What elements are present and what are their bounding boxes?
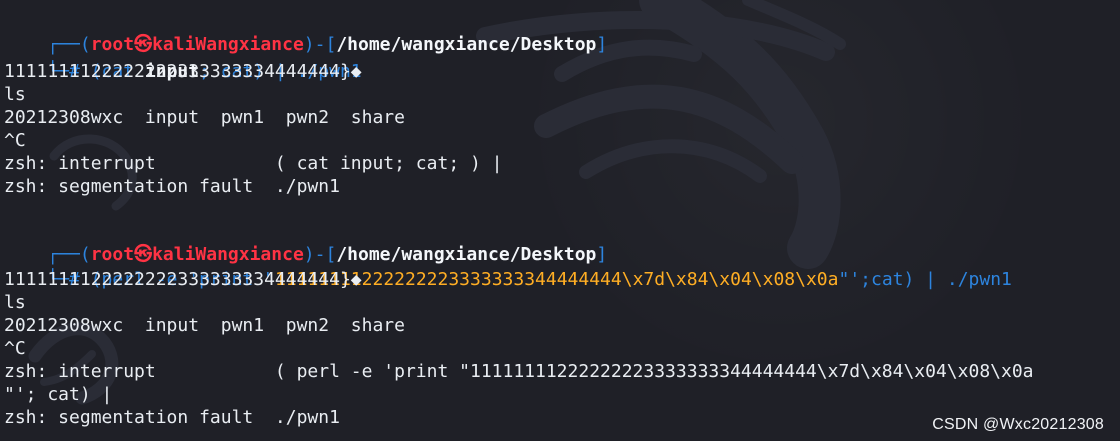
- csdn-watermark: CSDN @Wxc20212308: [932, 416, 1104, 433]
- terminal-window[interactable]: ┌──(root㉿kaliWangxiance)-[/home/wangxian…: [0, 0, 1120, 441]
- output-line: 20212308wxc input pwn1 pwn2 share: [4, 315, 405, 336]
- command-line-1[interactable]: └─# (cat input; cat) | ./pwn1: [4, 37, 361, 82]
- output-line: ^C: [4, 338, 26, 359]
- output-line: zsh: interrupt ( perl -e 'print "1111111…: [4, 361, 1034, 382]
- prompt-line-1: ┌──(root㉿kaliWangxiance)-[/home/wangxian…: [4, 10, 607, 55]
- output-line: ^C: [4, 130, 26, 151]
- prompt-line-2: ┌──(root㉿kaliWangxiance)-[/home/wangxian…: [4, 220, 607, 265]
- output-line: ls: [4, 292, 26, 313]
- output-line: zsh: segmentation fault ./pwn1: [4, 407, 340, 428]
- command-line-2[interactable]: └─# (perl -e 'print "1111111122222222333…: [4, 245, 1012, 290]
- output-line: "'; cat) |: [4, 384, 113, 405]
- output-line: 1111111122222222333333334444444}◆: [4, 61, 362, 82]
- prompt-path: /home/wangxiance/Desktop: [336, 34, 597, 55]
- output-line: ls: [4, 84, 26, 105]
- output-line: 1111111122222222333333334444444}◆: [4, 269, 362, 290]
- output-line: zsh: segmentation fault ./pwn1: [4, 176, 340, 197]
- output-line: zsh: interrupt ( cat input; cat; ) |: [4, 153, 503, 174]
- prompt-end: ]: [596, 34, 608, 55]
- command-close: "';cat) | ./pwn1: [838, 269, 1012, 290]
- output-line: 20212308wxc input pwn1 pwn2 share: [4, 107, 405, 128]
